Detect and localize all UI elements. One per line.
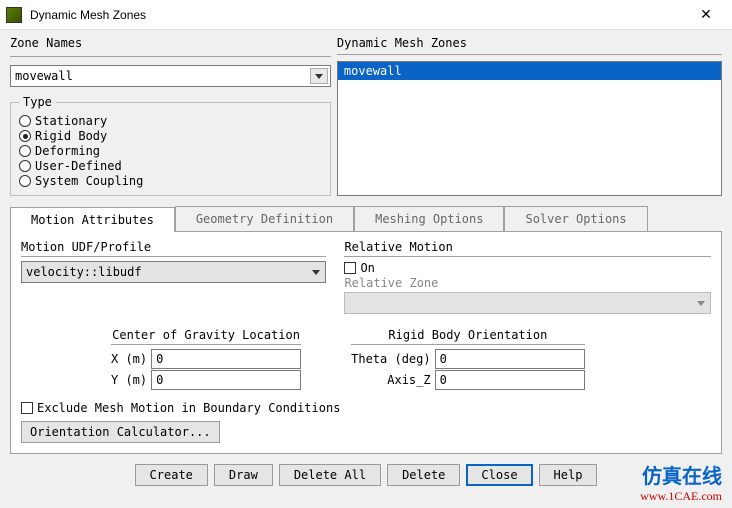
center-of-gravity-group: Center of Gravity Location X (m) 0 Y (m)… bbox=[111, 328, 301, 391]
list-item[interactable]: movewall bbox=[338, 62, 721, 80]
chevron-down-icon[interactable] bbox=[307, 262, 325, 282]
orientation-calculator-button[interactable]: Orientation Calculator... bbox=[21, 421, 220, 443]
close-icon[interactable]: ✕ bbox=[686, 6, 726, 23]
theta-input[interactable]: 0 bbox=[435, 349, 585, 369]
delete-button[interactable]: Delete bbox=[387, 464, 460, 486]
zone-names-value: movewall bbox=[15, 69, 73, 83]
app-icon bbox=[6, 7, 22, 23]
axis-z-input[interactable]: 0 bbox=[435, 370, 585, 390]
radio-system-coupling[interactable]: System Coupling bbox=[19, 174, 322, 188]
zone-names-label: Zone Names bbox=[10, 36, 331, 50]
chevron-down-icon[interactable] bbox=[310, 68, 328, 84]
type-group: Type Stationary Rigid Body Deforming Use… bbox=[10, 95, 331, 196]
relative-zone-label: Relative Zone bbox=[344, 276, 711, 290]
radio-icon bbox=[19, 145, 31, 157]
tab-motion-attributes[interactable]: Motion Attributes bbox=[10, 207, 175, 232]
radio-rigid-body[interactable]: Rigid Body bbox=[19, 129, 322, 143]
type-label: Type bbox=[19, 95, 56, 109]
watermark: 仿真在线 www.1CAE.com bbox=[640, 460, 722, 504]
help-button[interactable]: Help bbox=[539, 464, 598, 486]
radio-icon bbox=[19, 130, 31, 142]
motion-udf-label: Motion UDF/Profile bbox=[21, 240, 326, 254]
tab-meshing-options[interactable]: Meshing Options bbox=[354, 206, 504, 231]
window-title: Dynamic Mesh Zones bbox=[30, 8, 686, 22]
motion-udf-value: velocity::libudf bbox=[26, 265, 142, 279]
radio-user-defined[interactable]: User-Defined bbox=[19, 159, 322, 173]
create-button[interactable]: Create bbox=[135, 464, 208, 486]
zone-names-combo[interactable]: movewall bbox=[10, 65, 331, 87]
radio-icon bbox=[19, 160, 31, 172]
dynamic-mesh-zones-label: Dynamic Mesh Zones bbox=[337, 36, 722, 50]
radio-icon bbox=[19, 115, 31, 127]
dynamic-mesh-zones-list[interactable]: movewall bbox=[337, 61, 722, 196]
cog-x-input[interactable]: 0 bbox=[151, 349, 301, 369]
draw-button[interactable]: Draw bbox=[214, 464, 273, 486]
radio-deforming[interactable]: Deforming bbox=[19, 144, 322, 158]
checkbox-icon bbox=[21, 402, 33, 414]
checkbox-icon bbox=[344, 262, 356, 274]
delete-all-button[interactable]: Delete All bbox=[279, 464, 381, 486]
tabs: Motion Attributes Geometry Definition Me… bbox=[10, 206, 722, 232]
motion-udf-combo[interactable]: velocity::libudf bbox=[21, 261, 326, 283]
rigid-body-orientation-group: Rigid Body Orientation Theta (deg) 0 Axi… bbox=[351, 328, 584, 391]
cog-y-input[interactable]: 0 bbox=[151, 370, 301, 390]
relative-motion-label: Relative Motion bbox=[344, 240, 711, 254]
relative-motion-on-checkbox[interactable]: On bbox=[344, 261, 711, 275]
exclude-mesh-motion-checkbox[interactable]: Exclude Mesh Motion in Boundary Conditio… bbox=[21, 401, 711, 415]
close-button[interactable]: Close bbox=[466, 464, 532, 486]
relative-zone-combo bbox=[344, 292, 711, 314]
dialog-buttons: Create Draw Delete All Delete Close Help bbox=[10, 464, 722, 486]
title-bar: Dynamic Mesh Zones ✕ bbox=[0, 0, 732, 30]
tab-solver-options[interactable]: Solver Options bbox=[504, 206, 647, 231]
radio-icon bbox=[19, 175, 31, 187]
chevron-down-icon bbox=[692, 293, 710, 313]
radio-stationary[interactable]: Stationary bbox=[19, 114, 322, 128]
tab-panel-motion-attributes: Motion UDF/Profile velocity::libudf Rela… bbox=[10, 232, 722, 454]
tab-geometry-definition[interactable]: Geometry Definition bbox=[175, 206, 354, 231]
